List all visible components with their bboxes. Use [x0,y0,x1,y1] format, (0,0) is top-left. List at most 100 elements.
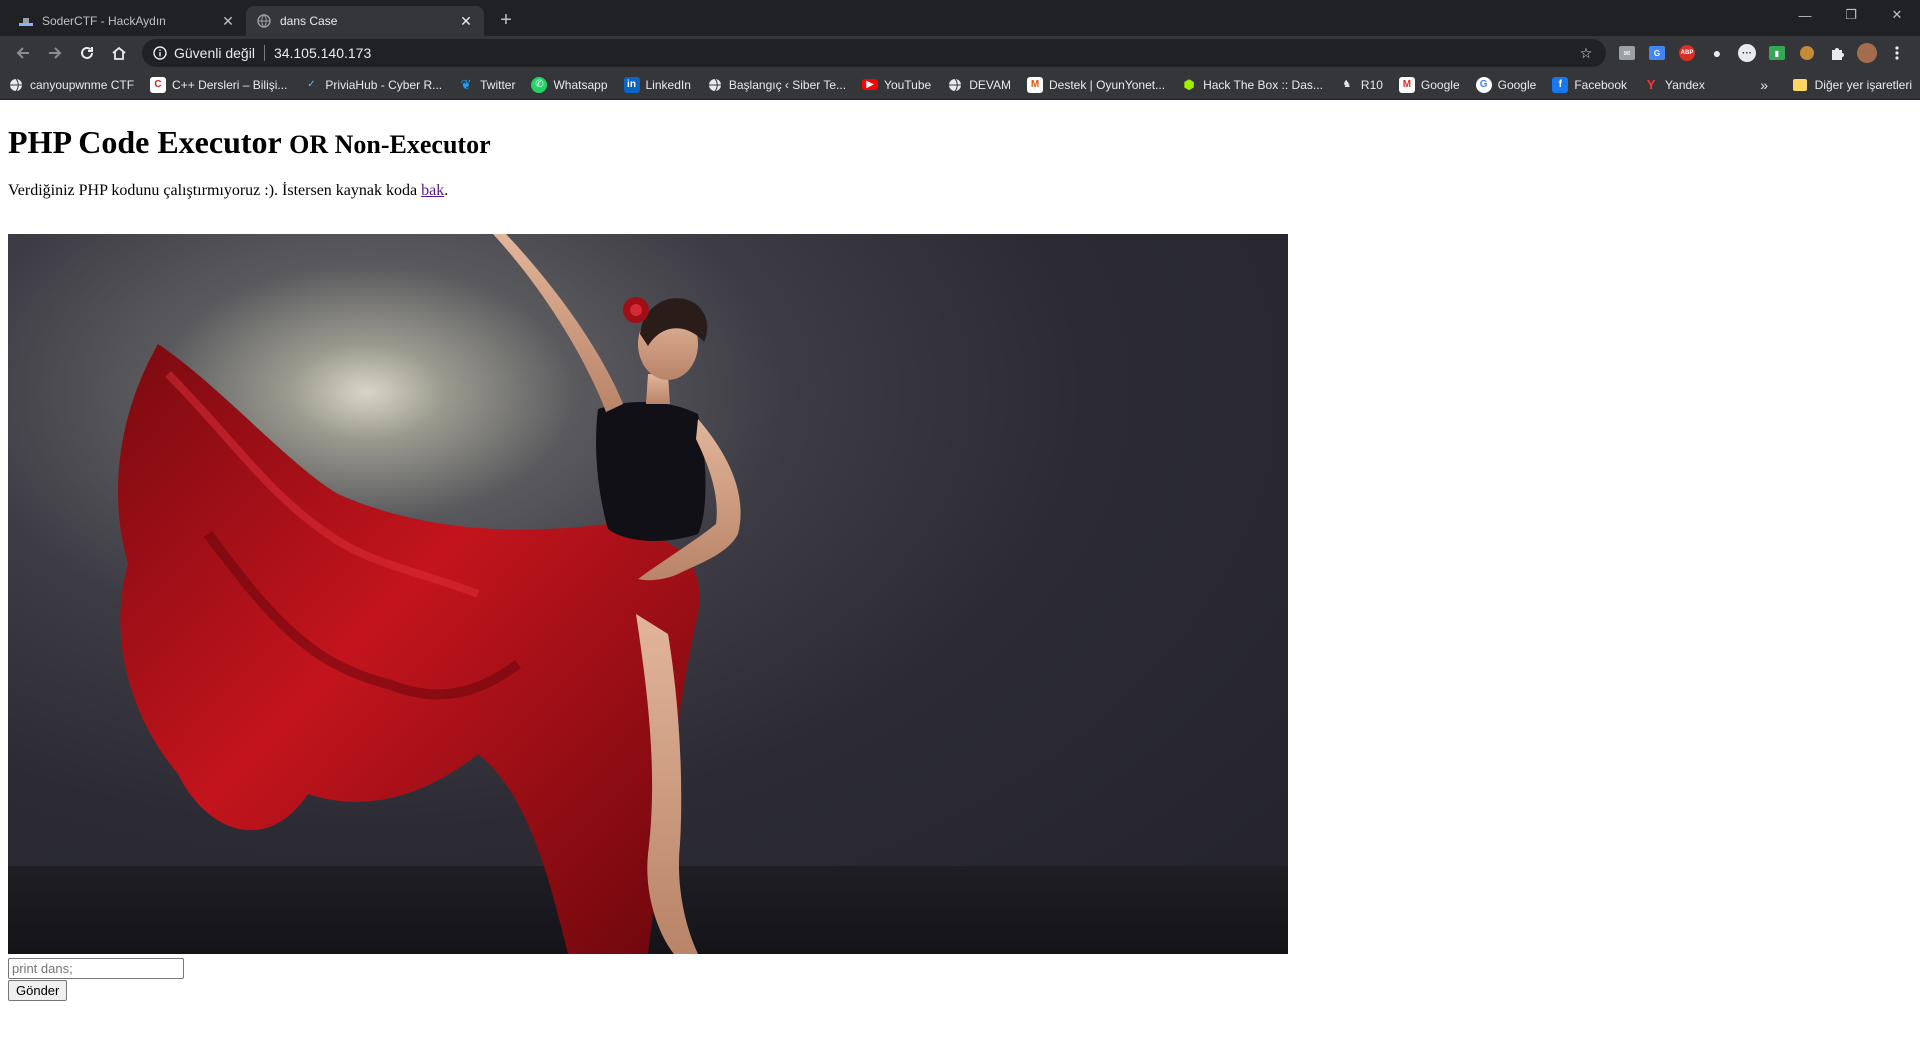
dancer-image [8,234,1288,954]
tab-dans-case[interactable]: dans Case ✕ [246,6,484,36]
mail-extension-icon[interactable]: ✉ [1612,38,1642,68]
close-window-icon[interactable]: ✕ [1874,0,1920,30]
bookmark-item[interactable]: ⬢ Hack The Box :: Das... [1181,77,1323,93]
bookmark-item[interactable]: ▶ YouTube [862,78,931,92]
privia-icon: ✓ [307,79,316,90]
browser-toolbar: Güvenli değil 34.105.140.173 ☆ ✉ G ABP ●… [0,36,1920,70]
bookmark-item[interactable]: Başlangıç ‹ Siber Te... [707,77,846,93]
bookmark-item[interactable]: ❦ Twitter [458,76,516,93]
bookmark-label: Twitter [480,77,516,92]
url-text[interactable]: 34.105.140.173 [274,45,1576,61]
bookmark-label: Başlangıç ‹ Siber Te... [728,77,847,92]
bookmark-item[interactable]: C C++ Dersleri – Bilişi... [150,76,288,93]
page-title: PHP Code Executor OR Non-Executor [8,123,1912,164]
messages-extension-icon[interactable]: ··· [1732,38,1762,68]
home-icon[interactable] [104,38,134,68]
bookmark-label: YouTube [884,77,932,92]
tab-close-icon[interactable]: ✕ [220,13,236,29]
tree-extension-icon[interactable]: ▮ [1762,38,1792,68]
bookmark-label: Destek | OyunYonet... [1049,77,1166,92]
bookmark-label: Facebook [1574,77,1628,92]
facebook-icon: f [1552,76,1569,93]
globe-icon [8,77,24,93]
other-bookmarks-label: Diğer yer işaretleri [1814,78,1912,92]
intro-sentence: Verdiğiniz PHP kodunu çalıştırmıyoruz :)… [8,182,422,199]
bookmark-item[interactable]: ♞ R10 [1339,77,1383,93]
page-title-sub: OR Non-Executor [289,130,491,159]
globe-icon [256,13,272,29]
source-link[interactable]: bak [421,182,444,199]
bookmark-label: PriviaHub - Cyber R... [325,77,443,92]
bookmark-item[interactable]: in LinkedIn [623,76,691,93]
other-bookmarks-folder[interactable]: Diğer yer işaretleri [1792,70,1912,100]
whatsapp-icon: ✆ [531,76,548,93]
globe-icon [707,77,723,93]
bookmark-item[interactable]: Y Yandex [1643,77,1705,93]
tab-strip: SoderCTF - HackAydın ✕ dans Case ✕ + — ❐… [0,0,1920,36]
new-tab-button[interactable]: + [492,6,520,34]
site-icon: C [150,76,167,93]
bookmark-item[interactable]: canyoupwnme CTF [8,77,134,93]
bookmark-label: Hack The Box :: Das... [1203,77,1323,92]
bookmark-label: R10 [1360,77,1383,92]
tab-close-icon[interactable]: ✕ [458,13,474,29]
back-arrow-icon[interactable] [8,38,38,68]
restore-icon[interactable]: ❐ [1828,0,1874,30]
bookmark-star-icon[interactable]: ☆ [1576,43,1596,63]
extensions-puzzle-icon[interactable] [1822,38,1852,68]
google-icon: G [1475,76,1492,93]
folder-icon [1792,79,1807,91]
site-favicon-icon [18,13,34,29]
php-code-input[interactable] [8,958,184,979]
menu-kebab-icon[interactable] [1882,38,1912,68]
bookmark-label: DEVAM [969,77,1011,92]
gmail-icon: M [1398,76,1415,93]
cookie-extension-icon[interactable] [1792,38,1822,68]
profile-avatar[interactable] [1852,38,1882,68]
minimize-icon[interactable]: — [1782,0,1828,30]
code-form: Gönder [8,958,1912,1001]
intro-text: Verdiğiniz PHP kodunu çalıştırmıyoruz :)… [8,182,1912,200]
page-body: PHP Code Executor OR Non-Executor Verdiğ… [0,102,1920,1040]
r10-icon: ♞ [1342,79,1352,90]
bookmarks-bar: canyoupwnme CTF C C++ Dersleri – Bilişi.… [0,70,1920,100]
bookmark-item[interactable]: ✆ Whatsapp [531,76,608,93]
window-controls: — ❐ ✕ [1782,0,1920,30]
bookmark-label: Google [1420,77,1460,92]
intro-period: . [444,182,449,199]
bookmark-item[interactable]: M Google [1398,76,1460,93]
globe-icon [947,77,963,93]
yandex-icon: Y [1646,77,1656,92]
htb-icon: ⬢ [1183,76,1195,92]
translate-extension-icon[interactable]: G [1642,38,1672,68]
bookmark-item[interactable]: f Facebook [1552,76,1628,93]
omnibox-divider [263,45,265,61]
bookmark-label: Google [1497,77,1537,92]
info-icon[interactable] [152,45,168,61]
address-bar[interactable]: Güvenli değil 34.105.140.173 ☆ [142,39,1606,67]
bookmark-label: canyoupwnme CTF [30,77,135,92]
page-title-main: PHP Code Executor [8,124,282,160]
forward-arrow-icon[interactable] [40,38,70,68]
tab-title: dans Case [280,14,338,28]
bookmarks-overflow-button[interactable]: » [1760,70,1768,100]
adblock-extension-icon[interactable]: ABP [1672,38,1702,68]
dancer-illustration [118,234,741,954]
bookmark-label: LinkedIn [645,77,691,92]
bookmark-item[interactable]: ✓ PriviaHub - Cyber R... [303,77,442,93]
reload-icon[interactable] [72,38,102,68]
youtube-icon: ▶ [862,79,879,90]
bookmark-item[interactable]: G Google [1475,76,1537,93]
submit-button[interactable]: Gönder [8,980,68,1001]
bookmark-label: Whatsapp [553,77,608,92]
wechat-extension-icon[interactable]: ● [1702,38,1732,68]
bookmark-item[interactable]: M Destek | OyunYonet... [1027,76,1166,93]
linkedin-icon: in [623,76,640,93]
bookmark-label: Yandex [1665,77,1705,92]
tab-soderctf[interactable]: SoderCTF - HackAydın ✕ [8,6,247,36]
security-status[interactable]: Güvenli değil [174,45,255,61]
bookmark-item[interactable]: DEVAM [947,77,1011,93]
twitter-icon: ❦ [460,76,472,92]
bookmark-label: C++ Dersleri – Bilişi... [172,77,288,92]
tab-title: SoderCTF - HackAydın [42,14,166,28]
